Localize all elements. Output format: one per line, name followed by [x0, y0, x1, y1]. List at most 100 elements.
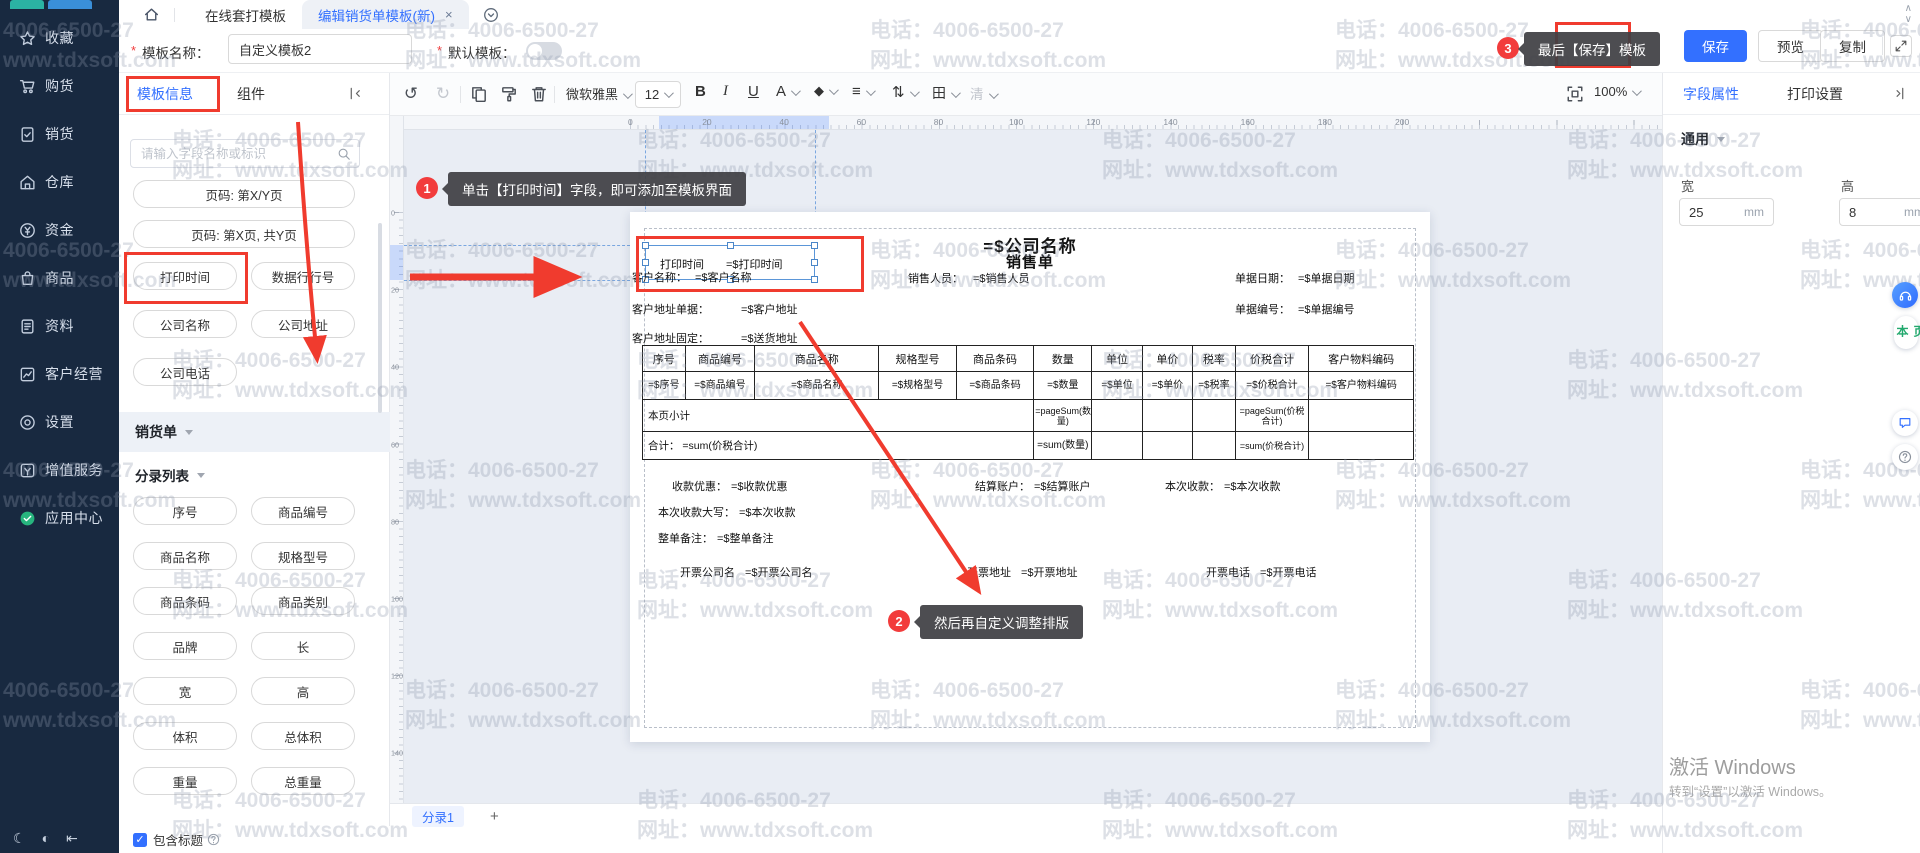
sidebar-item-warehouse[interactable]: 仓库 [0, 158, 119, 206]
close-tab-icon[interactable]: × [445, 7, 453, 22]
field-button[interactable]: 页码: 第X/Y页 [133, 180, 355, 208]
help-circle-icon[interactable] [207, 833, 220, 846]
field-button[interactable]: 公司电话 [133, 358, 237, 386]
sidebar-item-saledoc[interactable]: 销货 [0, 110, 119, 158]
entry-field-button[interactable]: 商品名称 [133, 542, 237, 570]
redo-icon[interactable]: ↻ [434, 85, 452, 103]
contrast-icon[interactable]: ◐ [42, 830, 50, 847]
sidebar-item-valueadd[interactable]: 增值服务 [0, 446, 119, 494]
zoom-select[interactable]: 100% [1594, 84, 1639, 99]
entry-field-button[interactable]: 重量 [133, 767, 237, 795]
vertical-align-button[interactable]: ⇅ [892, 83, 917, 101]
chat-icon[interactable] [1892, 410, 1918, 436]
sheet-tab-entry1[interactable]: 分录1 [412, 806, 464, 827]
sidebar-item-appcenter[interactable]: 应用中心 [0, 494, 119, 542]
entry-field-button[interactable]: 商品条码 [133, 587, 237, 615]
date-field[interactable]: 单据日期：=$单据日期 [1235, 270, 1355, 286]
delivery-address-field[interactable]: 客户地址固定：=$送货地址 [632, 330, 798, 346]
border-button[interactable]: 田 [932, 83, 958, 103]
underline-button[interactable]: U [748, 83, 759, 100]
add-sheet-button[interactable]: + [490, 808, 499, 825]
delete-icon[interactable] [530, 85, 548, 103]
feedback-icon[interactable] [1892, 444, 1918, 470]
copy-icon[interactable] [470, 85, 488, 103]
resize-handle[interactable] [811, 242, 818, 249]
entries-table[interactable]: 序号商品编号商品名称规格型号商品条码数量单位单价税率价税合计客户物料编码=$序号… [642, 345, 1414, 460]
preview-button[interactable]: 预览 [1758, 30, 1823, 62]
fit-screen-icon[interactable] [1566, 85, 1584, 103]
entry-field-button[interactable]: 体积 [133, 722, 237, 750]
resize-handle[interactable] [642, 259, 649, 266]
copy-template-button[interactable]: 复制 [1820, 30, 1885, 62]
panel-scrollbar[interactable] [378, 223, 382, 413]
entry-field-button[interactable]: 商品编号 [251, 497, 355, 525]
italic-button[interactable]: I [723, 83, 728, 100]
home-icon[interactable] [143, 6, 160, 23]
theme-moon-icon[interactable]: ☾ [13, 830, 26, 847]
remark-field[interactable]: 整单备注：=$整单备注 [658, 530, 774, 546]
general-section-title[interactable]: 通用 [1681, 129, 1725, 149]
invoice-tel-field[interactable]: 开票电话=$开票电话 [1206, 564, 1317, 580]
entry-field-button[interactable]: 品牌 [133, 632, 237, 660]
font-size-select[interactable]: 12 [635, 81, 681, 108]
field-button[interactable]: 打印时间 [133, 262, 237, 290]
default-template-toggle[interactable] [526, 42, 562, 60]
entry-field-button[interactable]: 规格型号 [251, 542, 355, 570]
collapse-left-panel-icon[interactable] [348, 86, 363, 101]
height-input[interactable] [1849, 205, 1901, 220]
entry-field-button[interactable]: 高 [251, 677, 355, 705]
font-color-button[interactable]: A [776, 83, 798, 100]
entry-field-button[interactable]: 宽 [133, 677, 237, 705]
tab-components[interactable]: 组件 [237, 84, 265, 104]
tab-list-icon[interactable] [483, 7, 499, 23]
format-painter-icon[interactable] [500, 85, 518, 103]
resize-handle[interactable] [727, 242, 734, 249]
entries-section-title[interactable]: 分录列表 [135, 465, 205, 485]
sidebar-item-gear[interactable]: 设置 [0, 398, 119, 446]
width-input[interactable] [1689, 205, 1741, 220]
save-button[interactable]: 保存 [1684, 30, 1747, 62]
fill-color-button[interactable]: ◆ [814, 83, 836, 99]
open-tab-1[interactable]: 编辑销货单模板(新)× [302, 0, 469, 29]
include-title-checkbox[interactable]: ✓ [133, 833, 147, 847]
tab-field-properties[interactable]: 字段属性 [1683, 84, 1739, 104]
sidebar-item-money[interactable]: 资金 [0, 206, 119, 254]
sidebar-item-star[interactable]: 收藏 [0, 14, 119, 62]
tab-print-settings[interactable]: 打印设置 [1787, 84, 1843, 104]
field-button[interactable]: 数据行行号 [251, 262, 355, 290]
tab-template-info[interactable]: 模板信息 [137, 84, 193, 104]
entry-field-button[interactable]: 总重量 [251, 767, 355, 795]
doc-no-field[interactable]: 单据编号：=$单据编号 [1235, 301, 1355, 317]
discount-field[interactable]: 收款优惠：=$收款优惠 [672, 478, 788, 494]
font-family-select[interactable]: 微软雅黑 [566, 84, 630, 103]
doc-section-band[interactable]: 销货单 [119, 412, 390, 452]
resize-handle[interactable] [642, 242, 649, 249]
sidebar-item-goods[interactable]: 商品 [0, 254, 119, 302]
sidebar-item-cart[interactable]: 购货 [0, 62, 119, 110]
collapse-right-panel-icon[interactable] [1891, 86, 1906, 101]
resize-handle[interactable] [811, 276, 818, 283]
sidebar-item-custchart[interactable]: 客户经营 [0, 350, 119, 398]
scroll-corner-icons[interactable]: ∧∨ [1905, 3, 1912, 25]
entry-field-button[interactable]: 总体积 [251, 722, 355, 750]
field-button[interactable]: 公司名称 [133, 310, 237, 338]
received-field[interactable]: 本次收款：=$本次收款 [1165, 478, 1281, 494]
open-tab-0[interactable]: 在线套打模板 [189, 0, 302, 29]
align-button[interactable]: ≡ [852, 83, 873, 100]
field-button[interactable]: 页码: 第X页, 共Y页 [133, 220, 355, 248]
customer-service-icon[interactable] [1892, 282, 1918, 308]
account-field[interactable]: 结算账户：=$结算账户 [975, 478, 1091, 494]
clear-format-button[interactable]: 清 [970, 83, 996, 103]
field-search-input[interactable] [141, 140, 321, 167]
entry-field-button[interactable]: 序号 [133, 497, 237, 525]
customer-field[interactable]: 客户名称：=$客户名称 [632, 269, 752, 285]
sidebar-item-datafile[interactable]: 资料 [0, 302, 119, 350]
field-button[interactable]: 公司地址 [251, 310, 355, 338]
page-help-button[interactable]: 本页帮助 [1894, 316, 1918, 349]
undo-icon[interactable]: ↺ [402, 85, 420, 103]
salesman-field[interactable]: 销售人员：=$销售人员 [908, 270, 1030, 286]
fullscreen-icon[interactable] [1890, 35, 1912, 57]
template-paper[interactable]: =$公司名称 销售单 打印时间 =$打印时间 客户名称：=$客户名称 销售人员：… [630, 212, 1430, 742]
template-name-input[interactable] [228, 34, 412, 64]
customer-address-field[interactable]: 客户地址单据：=$客户地址 [632, 301, 798, 317]
